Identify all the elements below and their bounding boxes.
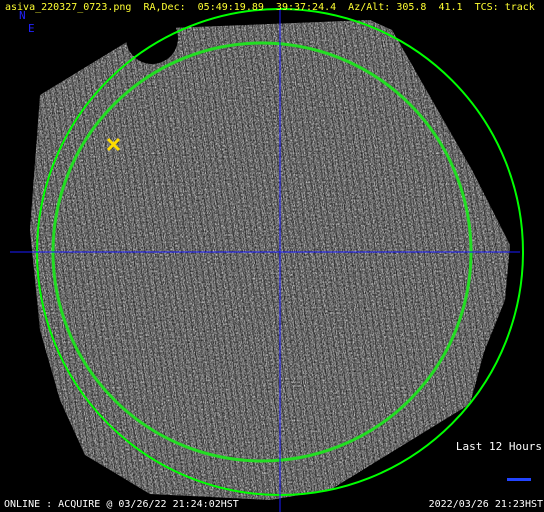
legend-label: Last 12 Hours — [455, 440, 542, 453]
legend-track-swatch — [507, 478, 531, 481]
status-timestamp: 2022/03/26 21:23HST — [428, 499, 543, 510]
all-sky-camera-image — [0, 0, 544, 512]
east-indicator: E — [28, 22, 35, 35]
obstruction-blob — [486, 336, 514, 364]
status-left: ONLINE : ACQUIRE @ 03/26/22 21:24:02HST — [4, 499, 239, 510]
north-indicator: N — [19, 9, 26, 22]
header-readout: asiva_220327_0723.png RA,Dec: 05:49:19.8… — [5, 2, 535, 13]
obstruction-blob — [126, 12, 178, 64]
